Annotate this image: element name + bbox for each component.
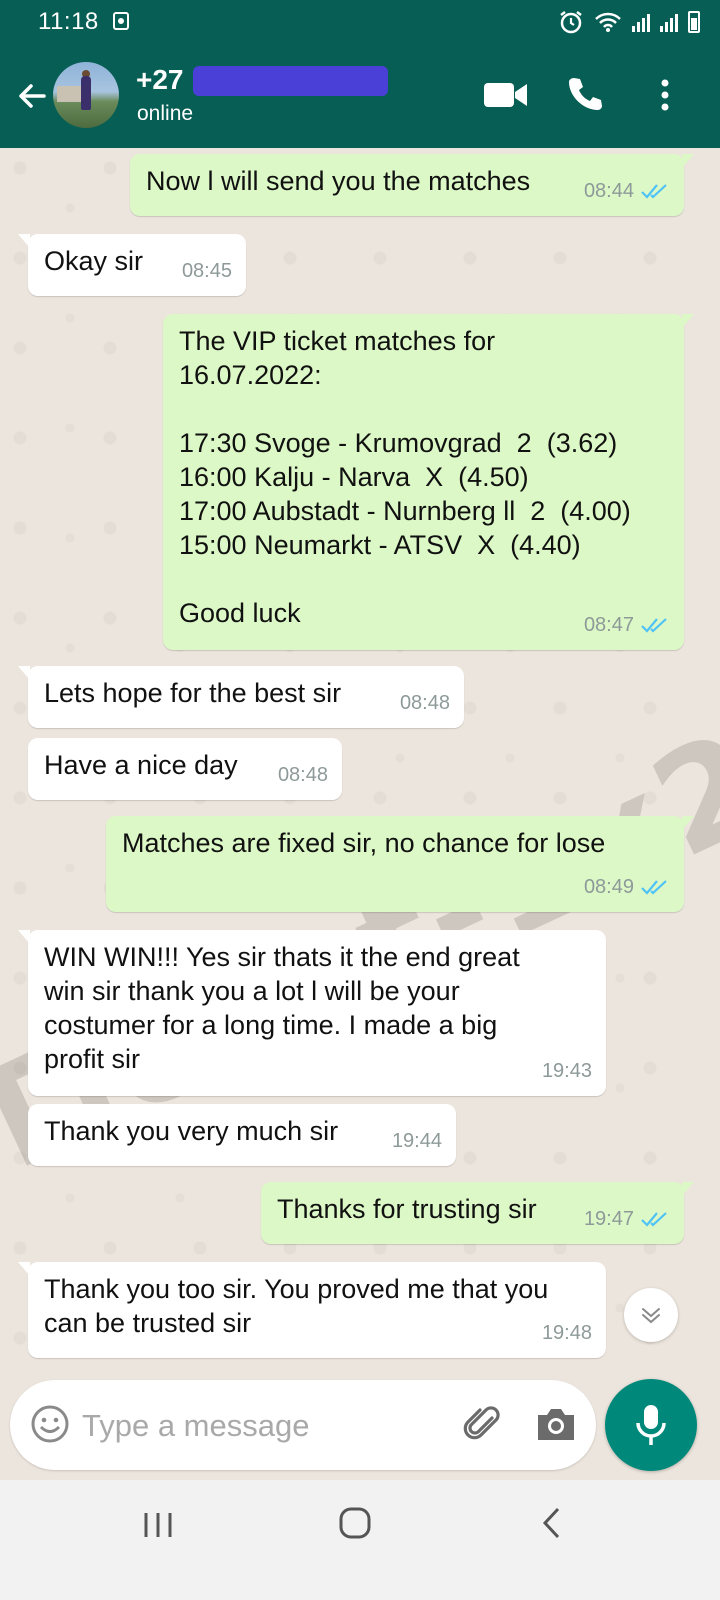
home-icon[interactable] xyxy=(338,1506,372,1540)
nav-back-icon[interactable] xyxy=(540,1506,562,1540)
message-meta: 19:47 xyxy=(584,1202,670,1236)
message-meta: 08:48 xyxy=(278,758,328,792)
message-time: 19:44 xyxy=(391,1130,442,1152)
message-meta: 19:48 xyxy=(542,1316,592,1350)
message-incoming[interactable]: Thank you very much sir 19:44 xyxy=(28,1104,456,1166)
battery-icon xyxy=(688,11,700,33)
notification-app-icon xyxy=(113,12,129,30)
message-meta: 19:44 xyxy=(392,1124,442,1158)
message-time: 19:48 xyxy=(541,1322,592,1344)
read-receipt-icon xyxy=(641,880,667,895)
emoji-icon[interactable] xyxy=(30,1404,70,1444)
scroll-to-bottom-button[interactable] xyxy=(624,1288,678,1342)
message-composer xyxy=(10,1380,596,1470)
message-time: 08:45 xyxy=(181,260,232,282)
message-time: 19:43 xyxy=(541,1060,592,1082)
back-arrow-icon[interactable] xyxy=(14,78,50,114)
system-navigation-bar xyxy=(0,1480,720,1600)
message-meta: 08:44 xyxy=(584,174,670,208)
message-incoming[interactable]: Okay sir 08:45 xyxy=(18,234,246,296)
status-bar: 11:18 xyxy=(0,0,720,44)
more-options-icon[interactable] xyxy=(652,76,678,114)
message-incoming[interactable]: WIN WIN!!! Yes sir thats it the end grea… xyxy=(18,930,606,1096)
message-text: Thank you too sir. You proved me that yo… xyxy=(44,1274,549,1338)
signal-icon xyxy=(632,12,650,32)
message-text: WIN WIN!!! Yes sir thats it the end grea… xyxy=(44,942,520,1074)
message-time: 08:48 xyxy=(399,692,450,714)
read-receipt-icon xyxy=(641,618,667,633)
message-meta: 08:48 xyxy=(400,686,450,720)
message-time: 08:49 xyxy=(583,876,634,898)
recent-apps-icon[interactable] xyxy=(141,1510,175,1540)
read-receipt-icon xyxy=(641,184,667,199)
status-time: 11:18 xyxy=(38,8,99,35)
message-outgoing[interactable]: Now l will send you the matches 08:44 xyxy=(130,154,694,216)
message-input[interactable] xyxy=(80,1400,444,1452)
chat-area[interactable]: Ticket-1x2 Now l will send you the match… xyxy=(0,148,720,1480)
message-text: Matches are fixed sir, no chance for los… xyxy=(122,828,606,858)
message-meta: 08:49 xyxy=(584,870,670,904)
contact-status: online xyxy=(137,102,194,125)
message-incoming[interactable]: Have a nice day 08:48 xyxy=(28,738,342,800)
voice-message-button[interactable] xyxy=(605,1379,697,1471)
video-call-icon[interactable] xyxy=(483,78,529,112)
message-outgoing[interactable]: Thanks for trusting sir 19:47 xyxy=(261,1182,694,1244)
chat-header: +27 online xyxy=(0,44,720,148)
message-meta: 08:45 xyxy=(182,254,232,288)
message-time: 19:47 xyxy=(583,1208,634,1230)
signal-icon-2 xyxy=(660,12,678,32)
message-time: 08:48 xyxy=(277,764,328,786)
message-text: Lets hope for the best sir xyxy=(44,678,342,708)
message-meta: 19:43 xyxy=(542,1054,592,1088)
wifi-icon xyxy=(595,12,621,32)
message-text: The VIP ticket matches for 16.07.2022: 1… xyxy=(179,326,631,628)
alarm-icon xyxy=(560,11,582,34)
attachment-icon[interactable] xyxy=(462,1404,504,1446)
message-text: Thank you very much sir xyxy=(44,1116,339,1146)
read-receipt-icon xyxy=(641,1212,667,1227)
contact-avatar[interactable] xyxy=(53,62,119,128)
voice-call-icon[interactable] xyxy=(566,75,604,113)
message-incoming[interactable]: Thank you too sir. You proved me that yo… xyxy=(18,1262,606,1358)
chevron-down-icon xyxy=(642,1308,660,1324)
message-meta: 08:47 xyxy=(584,608,670,642)
status-icons xyxy=(558,8,700,36)
message-outgoing[interactable]: The VIP ticket matches for 16.07.2022: 1… xyxy=(163,314,694,650)
camera-icon[interactable] xyxy=(535,1405,577,1443)
message-time: 08:47 xyxy=(583,614,634,636)
contact-name[interactable]: +27 xyxy=(136,64,184,96)
message-outgoing[interactable]: Matches are fixed sir, no chance for los… xyxy=(106,816,694,912)
microphone-icon xyxy=(636,1405,666,1445)
message-time: 08:44 xyxy=(583,180,634,202)
message-incoming[interactable]: Lets hope for the best sir 08:48 xyxy=(18,666,464,728)
redacted-number xyxy=(193,66,388,96)
